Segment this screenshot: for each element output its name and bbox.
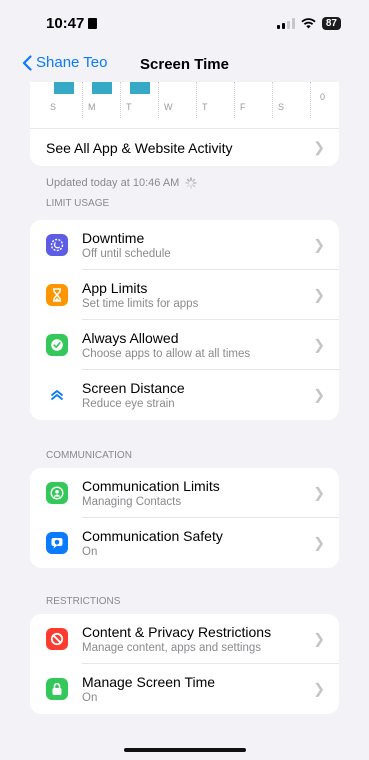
content-privacy-restrictions-text: Content & Privacy Restrictions Manage co… <box>82 614 339 664</box>
see-all-activity-label: See All App & Website Activity <box>46 139 233 156</box>
downtime-icon <box>46 234 68 256</box>
screen-distance-text: Screen Distance Reduce eye strain ❯ <box>82 370 339 420</box>
always-allowed-row[interactable]: Always Allowed Choose apps to allow at a… <box>30 320 339 370</box>
status-bar: 10:47 87 <box>0 0 369 46</box>
updated-status: Updated today at 10:46 AM <box>0 166 369 192</box>
chart-gridline <box>196 82 197 118</box>
chevrons-up-icon <box>46 384 68 406</box>
downtime-title: Downtime <box>82 229 145 246</box>
screen-distance-title: Screen Distance <box>82 380 185 396</box>
cellular-signal-icon <box>276 17 295 29</box>
content-privacy-restrictions-row[interactable]: Content & Privacy Restrictions Manage co… <box>30 614 339 664</box>
app-limits-text: App Limits Set time limits for apps ❯ <box>82 270 339 320</box>
section-header-limit-usage: LIMIT USAGE <box>46 198 110 209</box>
chevron-right-icon: ❯ <box>313 386 325 403</box>
day-label: W <box>164 102 173 112</box>
chart-gridline <box>158 82 159 118</box>
navigation-bar: Shane Teo Screen Time <box>0 46 369 82</box>
manage-screen-time-row[interactable]: Manage Screen Time On ❯ <box>30 664 339 714</box>
manage-screen-time-text: Manage Screen Time On ❯ <box>82 664 339 714</box>
content-privacy-restrictions-subtitle: Manage content, apps and settings <box>82 641 262 654</box>
app-limits-subtitle: Set time limits for apps <box>82 297 199 310</box>
communication-limits-subtitle: Managing Contacts <box>82 495 182 508</box>
chart-axis-label: 0 <box>319 92 325 102</box>
always-allowed-title: Always Allowed <box>82 329 179 346</box>
communication-safety-text: Communication Safety On ❯ <box>82 518 339 568</box>
downtime-subtitle: Off until schedule <box>82 247 171 260</box>
always-allowed-subtitle: Choose apps to allow at all times <box>82 347 251 360</box>
home-indicator[interactable] <box>123 748 246 752</box>
section-header-communication: COMMUNICATION <box>46 450 132 461</box>
content-privacy-restrictions-title: Content & Privacy Restrictions <box>82 623 272 640</box>
chart-bar-s <box>54 82 74 94</box>
app-limits-title: App Limits <box>82 279 148 296</box>
restrictions-card: Content & Privacy Restrictions Manage co… <box>30 614 339 714</box>
communication-limits-text: Communication Limits Managing Contacts ❯ <box>82 468 339 518</box>
chat-shield-icon <box>46 532 68 554</box>
contact-icon <box>46 482 68 504</box>
chevron-right-icon: ❯ <box>313 236 325 252</box>
limit-usage-card: Downtime Off until schedule ❯ App Limits… <box>30 220 339 420</box>
usage-chart: S M T W T F S 0 <box>30 82 339 128</box>
screen-distance-row[interactable]: Screen Distance Reduce eye strain ❯ <box>30 370 339 420</box>
chart-gridline <box>120 82 121 118</box>
day-label: T <box>126 102 132 112</box>
chevron-right-icon: ❯ <box>313 680 325 697</box>
see-all-activity-row[interactable]: See All App & Website Activity ❯ <box>30 128 339 166</box>
back-label: Shane Teo <box>36 54 108 71</box>
chart-bar-m <box>92 82 112 94</box>
day-label: F <box>240 102 246 112</box>
status-time: 10:47 <box>46 14 98 32</box>
chevron-right-icon: ❯ <box>313 630 325 646</box>
screen-distance-subtitle: Reduce eye strain <box>82 398 175 410</box>
day-label: T <box>202 102 208 112</box>
chart-gridline <box>272 82 273 118</box>
battery-indicator: 87 <box>321 16 341 30</box>
chart-gridline <box>82 82 83 118</box>
communication-limits-row[interactable]: Communication Limits Managing Contacts ❯ <box>30 468 339 518</box>
lock-icon <box>46 678 68 700</box>
always-allowed-text: Always Allowed Choose apps to allow at a… <box>82 320 339 370</box>
manage-screen-time-subtitle: On <box>82 692 98 704</box>
downtime-text: Downtime Off until schedule ❯ <box>82 220 339 270</box>
chart-bar-t <box>130 82 150 94</box>
focus-icon <box>88 17 98 29</box>
communication-safety-row[interactable]: Communication Safety On ❯ <box>30 518 339 568</box>
checkmark-icon <box>46 334 68 356</box>
communication-safety-title: Communication Safety <box>82 528 223 544</box>
manage-screen-time-title: Manage Screen Time <box>82 674 216 690</box>
day-label: M <box>88 102 96 112</box>
day-label: S <box>278 102 285 112</box>
app-limits-row[interactable]: App Limits Set time limits for apps ❯ <box>30 270 339 320</box>
communication-card: Communication Limits Managing Contacts ❯… <box>30 468 339 568</box>
wifi-icon <box>301 17 316 28</box>
chart-gridline <box>310 82 311 118</box>
downtime-row[interactable]: Downtime Off until schedule ❯ <box>30 220 339 270</box>
chevron-right-icon: ❯ <box>313 286 325 302</box>
back-button[interactable]: Shane Teo <box>22 54 107 71</box>
communication-safety-subtitle: On <box>82 546 98 558</box>
section-header-restrictions: RESTRICTIONS <box>46 596 121 607</box>
updated-text: Updated today at 10:46 AM <box>46 177 180 189</box>
day-label: S <box>50 102 57 112</box>
no-entry-icon <box>46 628 68 650</box>
chevron-right-icon: ❯ <box>313 484 325 500</box>
time-label: 10:47 <box>46 14 85 32</box>
chevron-right-icon: ❯ <box>313 336 325 352</box>
usage-chart-card: S M T W T F S 0 See All App & Website Ac… <box>30 82 339 166</box>
chart-gridline <box>234 82 235 118</box>
chevron-right-icon: ❯ <box>313 139 325 155</box>
status-indicators: 87 <box>276 16 341 30</box>
chevron-left-icon <box>22 54 32 71</box>
loading-spinner-icon <box>185 177 197 189</box>
page-title: Screen Time <box>140 55 229 73</box>
hourglass-icon <box>46 284 68 306</box>
chevron-right-icon: ❯ <box>313 534 325 551</box>
communication-limits-title: Communication Limits <box>82 477 220 494</box>
